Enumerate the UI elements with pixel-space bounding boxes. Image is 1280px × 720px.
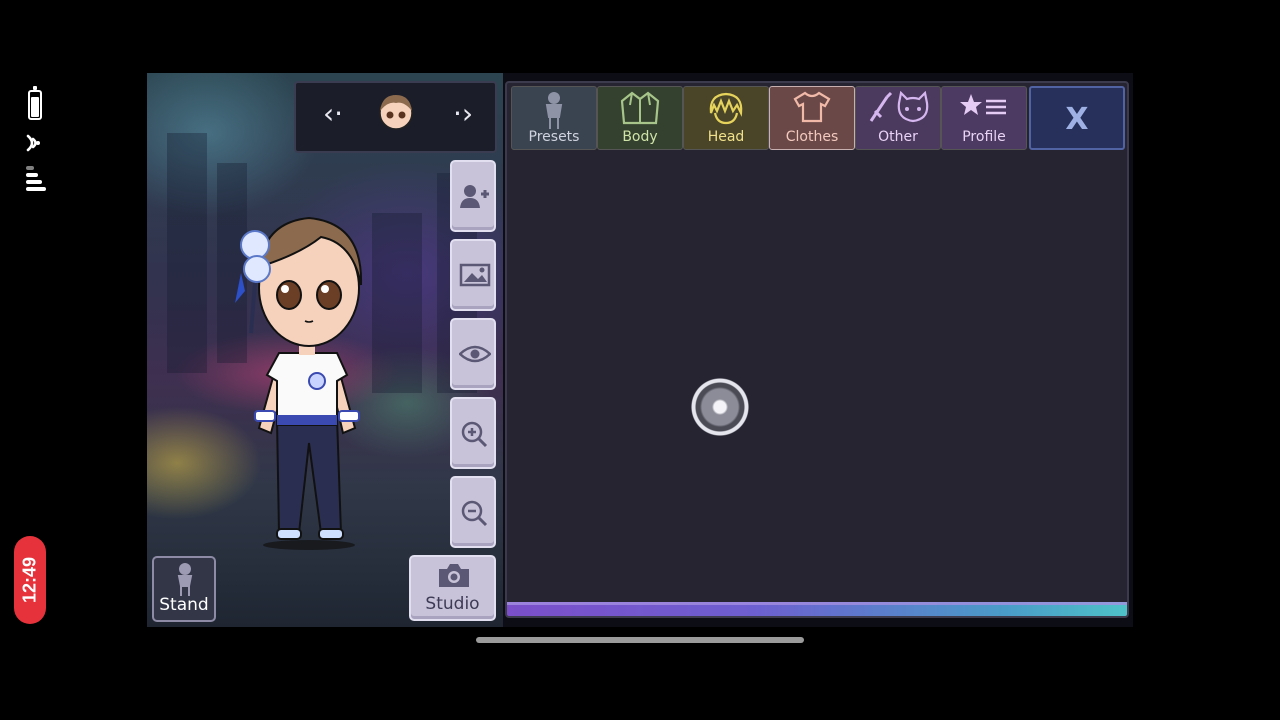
tab-label: Other xyxy=(878,129,918,145)
zoom-in-icon xyxy=(461,421,488,448)
accent-bar xyxy=(507,602,1127,616)
chevron-left-icon[interactable]: ‹· xyxy=(318,99,348,129)
tab-label: Head xyxy=(707,129,745,145)
tab-body[interactable]: Body xyxy=(597,86,683,150)
signal-icon xyxy=(26,166,46,194)
eye-icon xyxy=(459,345,491,363)
chevron-right-icon[interactable]: ·› xyxy=(448,99,478,129)
zoom-out-icon xyxy=(461,500,488,527)
clock-time: 12:49 xyxy=(19,556,40,604)
tab-other[interactable]: Other xyxy=(855,86,941,150)
character-selector: ‹· ·› xyxy=(294,81,497,153)
tab-label: Profile xyxy=(962,129,1006,145)
wifi-icon xyxy=(26,134,40,152)
background-button[interactable] xyxy=(450,239,496,311)
close-icon: X xyxy=(1065,102,1089,137)
shirt-icon xyxy=(793,91,831,123)
tab-label: Clothes xyxy=(785,129,839,145)
camera-icon xyxy=(439,564,469,587)
tab-profile[interactable]: Profile xyxy=(941,86,1027,150)
zoom-in-button[interactable] xyxy=(450,397,496,469)
loading-spinner-icon xyxy=(689,376,751,438)
app-window: ‹· ·› Stand Studio Presets Body Head Clo… xyxy=(147,73,1133,627)
sword-cat-icon xyxy=(869,91,929,123)
tab-head[interactable]: Head xyxy=(683,86,769,150)
image-icon xyxy=(459,263,491,287)
hair-icon xyxy=(709,92,743,125)
stand-label: Stand xyxy=(159,595,209,615)
zoom-out-button[interactable] xyxy=(450,476,496,548)
character-avatar[interactable] xyxy=(217,203,377,553)
close-button[interactable]: X xyxy=(1029,86,1125,150)
battery-icon xyxy=(28,86,42,120)
stand-button[interactable]: Stand xyxy=(152,556,216,622)
add-user-icon xyxy=(460,185,489,208)
studio-button[interactable]: Studio xyxy=(409,555,496,621)
customization-panel: Presets Body Head Clothes Other Profile … xyxy=(505,81,1129,618)
character-thumbnail[interactable] xyxy=(376,91,416,131)
mannequin-icon xyxy=(545,92,563,129)
star-list-icon xyxy=(960,94,1006,115)
tab-label: Body xyxy=(622,129,658,145)
tab-presets[interactable]: Presets xyxy=(511,86,597,150)
visibility-button[interactable] xyxy=(450,318,496,390)
category-tabs: Presets Body Head Clothes Other Profile xyxy=(511,86,1027,150)
tab-label: Presets xyxy=(528,129,580,145)
home-indicator[interactable] xyxy=(476,637,804,643)
tab-clothes[interactable]: Clothes xyxy=(769,86,855,150)
mannequin-icon xyxy=(177,563,193,596)
clock-badge: 12:49 xyxy=(14,536,46,624)
jacket-icon xyxy=(620,91,660,125)
studio-label: Studio xyxy=(425,594,480,614)
add-character-button[interactable] xyxy=(450,160,496,232)
